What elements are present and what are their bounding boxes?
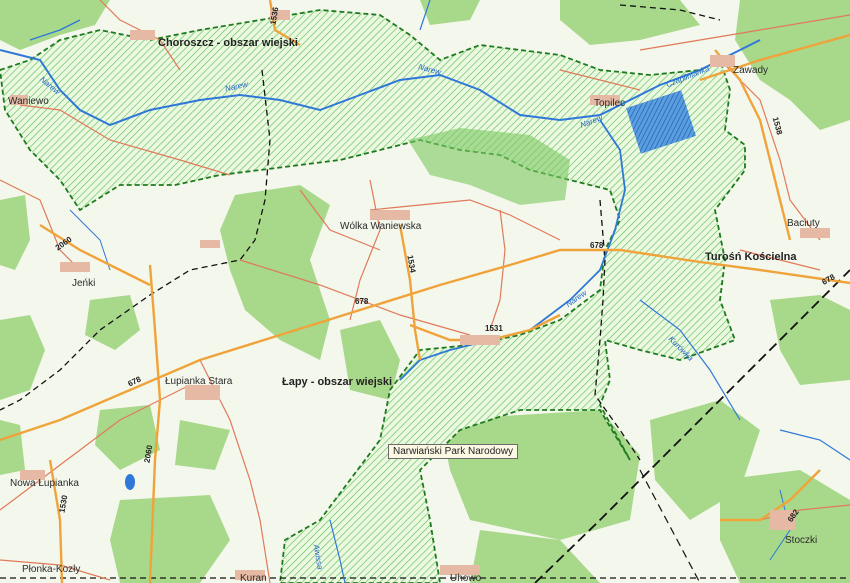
place-label[interactable]: Turośń Kościelna — [705, 252, 796, 263]
place-label[interactable]: Kuran — [240, 574, 267, 583]
place-label[interactable]: Topilec — [594, 99, 625, 109]
place-label[interactable]: Waniewo — [8, 97, 49, 107]
area-label-lapy: Łapy - obszar wiejski — [282, 376, 393, 388]
area-label-choroszcz: Choroszcz - obszar wiejski — [158, 37, 298, 49]
road-number: 1531 — [485, 324, 503, 333]
place-label[interactable]: Uhowo — [450, 574, 481, 583]
road-number: 678 — [355, 297, 369, 306]
map-canvas — [0, 0, 850, 583]
map-view[interactable]: Choroszcz - obszar wiejski Łapy - obszar… — [0, 0, 850, 583]
place-label[interactable]: Jeńki — [72, 279, 95, 289]
place-label[interactable]: Nowa Łupianka — [10, 479, 79, 489]
park-label[interactable]: Narwiański Park Narodowy — [388, 444, 519, 459]
place-label[interactable]: Wólka Waniewska — [340, 222, 421, 232]
place-label[interactable]: Płonka-Kozły — [22, 565, 80, 575]
road-number: 678 — [590, 241, 604, 250]
place-label[interactable]: Baciuty — [787, 219, 820, 229]
road-number: 1534 — [405, 254, 418, 274]
place-label[interactable]: Łupianka Stara — [165, 377, 232, 387]
place-label[interactable]: Stoczki — [785, 536, 817, 546]
place-label[interactable]: Zawady — [733, 66, 768, 76]
